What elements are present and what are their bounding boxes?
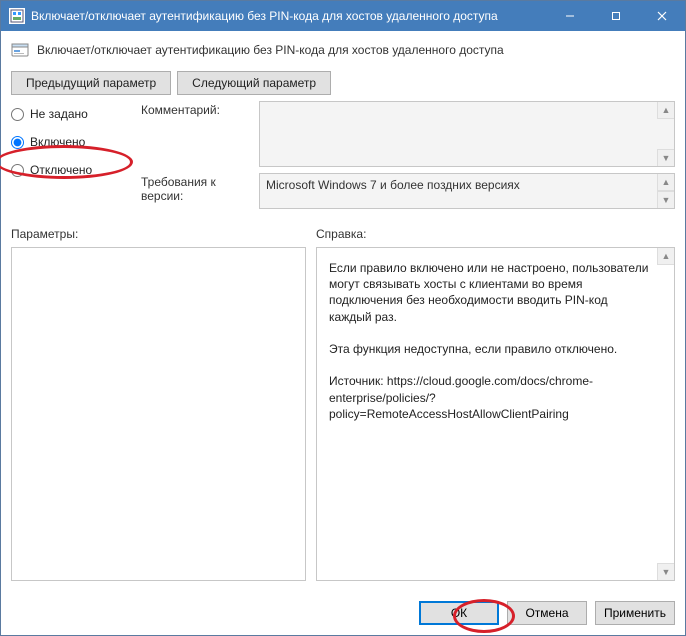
version-value: Microsoft Windows 7 и более поздних верс… <box>260 174 674 196</box>
titlebar: Включает/отключает аутентификацию без PI… <box>1 1 685 31</box>
radio-not-configured-label: Не задано <box>30 107 88 121</box>
policy-header: Включает/отключает аутентификацию без PI… <box>1 31 685 63</box>
dialog-footer: ОК Отмена Применить <box>1 591 685 635</box>
fields-column: Комментарий: ▲ ▼ Требования к версии: Mi… <box>141 101 675 209</box>
window-title: Включает/отключает аутентификацию без PI… <box>31 9 547 23</box>
policy-editor-window: Включает/отключает аутентификацию без PI… <box>0 0 686 636</box>
comment-row: Комментарий: ▲ ▼ <box>141 101 675 167</box>
radio-disabled-input[interactable] <box>11 164 24 177</box>
next-setting-button[interactable]: Следующий параметр <box>177 71 331 95</box>
params-panel <box>11 247 306 581</box>
radio-disabled[interactable]: Отключено <box>11 163 131 177</box>
panel-labels: Параметры: Справка: <box>11 227 675 241</box>
help-panel: Если правило включено или не настроено, … <box>316 247 675 581</box>
upper-section: Не задано Включено Отключено Комментарий… <box>11 101 675 209</box>
policy-icon <box>11 41 29 59</box>
radio-enabled-label: Включено <box>30 135 85 149</box>
radio-enabled-input[interactable] <box>11 136 24 149</box>
app-icon <box>9 8 25 24</box>
previous-setting-button[interactable]: Предыдущий параметр <box>11 71 171 95</box>
close-button[interactable] <box>639 1 685 31</box>
apply-button[interactable]: Применить <box>595 601 675 625</box>
params-label: Параметры: <box>11 227 306 241</box>
help-text: Если правило включено или не настроено, … <box>317 248 674 434</box>
content-area: Не задано Включено Отключено Комментарий… <box>1 101 685 591</box>
nav-buttons: Предыдущий параметр Следующий параметр <box>1 63 685 101</box>
radio-enabled[interactable]: Включено <box>11 135 131 149</box>
radio-not-configured[interactable]: Не задано <box>11 107 131 121</box>
maximize-button[interactable] <box>593 1 639 31</box>
comment-label: Комментарий: <box>141 101 249 167</box>
radio-disabled-label: Отключено <box>30 163 92 177</box>
scroll-down-icon[interactable]: ▼ <box>657 563 674 580</box>
panels: Если правило включено или не настроено, … <box>11 247 675 581</box>
scroll-up-icon[interactable]: ▲ <box>657 174 674 191</box>
version-textarea: Microsoft Windows 7 и более поздних верс… <box>259 173 675 209</box>
comment-value <box>260 102 674 110</box>
scroll-up-icon[interactable]: ▲ <box>657 102 674 119</box>
policy-title-text: Включает/отключает аутентификацию без PI… <box>37 43 504 57</box>
radio-not-configured-input[interactable] <box>11 108 24 121</box>
version-row: Требования к версии: Microsoft Windows 7… <box>141 173 675 209</box>
minimize-button[interactable] <box>547 1 593 31</box>
scroll-down-icon[interactable]: ▼ <box>657 191 674 208</box>
scroll-down-icon[interactable]: ▼ <box>657 149 674 166</box>
ok-button[interactable]: ОК <box>419 601 499 625</box>
comment-textarea[interactable]: ▲ ▼ <box>259 101 675 167</box>
cancel-button[interactable]: Отмена <box>507 601 587 625</box>
scroll-up-icon[interactable]: ▲ <box>657 248 674 265</box>
state-radios: Не задано Включено Отключено <box>11 101 131 209</box>
version-label: Требования к версии: <box>141 173 249 209</box>
help-label: Справка: <box>316 227 366 241</box>
window-controls <box>547 1 685 31</box>
